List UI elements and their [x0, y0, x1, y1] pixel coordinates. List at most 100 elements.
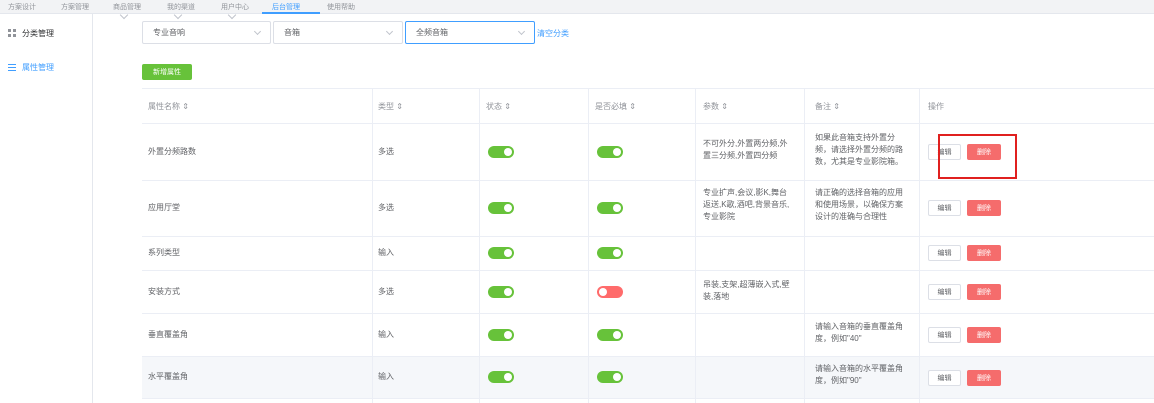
cell-type: 输入 [378, 372, 394, 381]
category-select-level1[interactable]: 专业音响 [142, 21, 271, 44]
cell-name: 系列类型 [148, 248, 180, 257]
status-toggle[interactable] [488, 146, 514, 158]
cell-name: 外置分频路数 [148, 147, 196, 156]
cell-note: 如果此音箱支持外置分 频，请选择外置分频的路 数，尤其是专业影院箱。 [815, 132, 923, 168]
add-attribute-button[interactable]: 新增属性 [142, 64, 192, 80]
active-tab-indicator [262, 12, 320, 14]
column-header-required[interactable]: 是否必填 ⇕ [595, 101, 636, 112]
table-divider [588, 88, 589, 403]
cell-note: 请正确的选择音箱的应用 和使用场景，以确保方案 设计的准确与合理性 [815, 187, 923, 223]
column-header-type[interactable]: 类型 ⇕ [378, 101, 403, 112]
table-divider [142, 356, 1154, 357]
cell-name: 水平覆盖角 [148, 372, 188, 381]
cell-params: 不可外分,外置两分频,外 置三分频,外置四分频 [703, 138, 803, 162]
cell-type: 多选 [378, 147, 394, 156]
chevron-down-icon [253, 27, 262, 36]
note-line: 度，例如"40" [815, 334, 862, 343]
nav-item-admin[interactable]: 后台管理 [272, 2, 300, 12]
chevron-down-icon [517, 27, 526, 36]
status-toggle[interactable] [488, 371, 514, 383]
sidebar-item-label: 分类管理 [22, 28, 54, 38]
edit-button[interactable]: 编辑 [928, 327, 961, 343]
cell-params: 专业扩声,会议,影K,舞台 返送,K歌,酒吧,背景音乐, 专业影院 [703, 187, 803, 223]
nav-item-help[interactable]: 使用帮助 [327, 2, 355, 12]
table-divider [142, 123, 1154, 124]
cell-note: 请输入音箱的垂直覆盖角 度，例如"40" [815, 321, 923, 345]
param-line: 不可外分,外置两分频,外 [703, 139, 788, 148]
note-line: 和使用场景，以确保方案 [815, 200, 903, 209]
column-header-name[interactable]: 属性名称 ⇕ [148, 101, 189, 112]
note-line: 度，例如"90" [815, 376, 862, 385]
column-header-params[interactable]: 参数 ⇕ [703, 101, 728, 112]
edit-button[interactable]: 编辑 [928, 200, 961, 216]
category-select-level3[interactable]: 全频音箱 [405, 21, 535, 44]
status-toggle[interactable] [488, 286, 514, 298]
note-line: 设计的准确与合理性 [815, 212, 887, 221]
cell-type: 多选 [378, 287, 394, 296]
select-value: 全频音箱 [416, 28, 448, 37]
required-toggle[interactable] [597, 286, 623, 298]
param-line: 装,落地 [703, 292, 730, 301]
grid-icon [8, 28, 17, 38]
cell-params: 吊装,支架,超薄嵌入式,壁 装,落地 [703, 279, 803, 303]
param-line: 返送,K歌,酒吧,背景音乐, [703, 200, 790, 209]
nav-item-scheme-design[interactable]: 方案设计 [8, 2, 36, 12]
required-toggle[interactable] [597, 329, 623, 341]
required-toggle[interactable] [597, 202, 623, 214]
sidebar-item-label: 属性管理 [22, 62, 54, 72]
chevron-down-icon [227, 10, 237, 20]
delete-button[interactable]: 删除 [967, 370, 1001, 386]
cell-type: 输入 [378, 248, 394, 257]
select-value: 专业音响 [153, 28, 185, 37]
chevron-down-icon [385, 27, 394, 36]
list-icon [8, 63, 17, 72]
required-toggle[interactable] [597, 146, 623, 158]
nav-item-scheme-management[interactable]: 方案管理 [61, 2, 89, 12]
delete-button[interactable]: 删除 [967, 245, 1001, 261]
status-toggle[interactable] [488, 247, 514, 259]
category-select-level2[interactable]: 音箱 [273, 21, 403, 44]
table-divider [142, 270, 1154, 271]
clear-category-link[interactable]: 清空分类 [537, 28, 569, 39]
table-divider [142, 88, 1154, 89]
column-header-status[interactable]: 状态 ⇕ [486, 101, 511, 112]
nav-item-my-channel[interactable]: 我的渠道 [167, 2, 195, 12]
table-divider [142, 236, 1154, 237]
delete-button[interactable]: 删除 [967, 284, 1001, 300]
cell-type: 输入 [378, 330, 394, 339]
param-line: 专业扩声,会议,影K,舞台 [703, 188, 788, 197]
param-line: 专业影院 [703, 212, 735, 221]
cell-name: 垂直覆盖角 [148, 330, 188, 339]
nav-item-product-management[interactable]: 商品管理 [113, 2, 141, 12]
nav-item-user-center[interactable]: 用户中心 [221, 2, 249, 12]
cell-name: 安装方式 [148, 287, 180, 296]
note-line: 如果此音箱支持外置分 [815, 133, 895, 142]
sidebar-item-category[interactable]: 分类管理 [8, 24, 54, 42]
edit-button[interactable]: 编辑 [928, 284, 961, 300]
hover-row-bg [142, 356, 1154, 398]
highlight-box [938, 134, 1017, 179]
chevron-down-icon [119, 10, 129, 20]
edit-button[interactable]: 编辑 [928, 370, 961, 386]
note-line: 请输入音箱的垂直覆盖角 [815, 322, 903, 331]
note-line: 频，请选择外置分频的路 [815, 145, 903, 154]
note-line: 请正确的选择音箱的应用 [815, 188, 903, 197]
status-toggle[interactable] [488, 202, 514, 214]
param-line: 置三分频,外置四分频 [703, 151, 778, 160]
column-header-actions: 操作 [928, 102, 944, 111]
chevron-down-icon [173, 10, 183, 20]
delete-button[interactable]: 删除 [967, 327, 1001, 343]
required-toggle[interactable] [597, 247, 623, 259]
delete-button[interactable]: 删除 [967, 200, 1001, 216]
column-header-note[interactable]: 备注 ⇕ [815, 101, 840, 112]
status-toggle[interactable] [488, 329, 514, 341]
param-line: 吊装,支架,超薄嵌入式,壁 [703, 280, 790, 289]
sidebar-item-attributes[interactable]: 属性管理 [8, 58, 54, 76]
table-divider [695, 88, 696, 403]
table-divider [372, 88, 373, 403]
edit-button[interactable]: 编辑 [928, 245, 961, 261]
table-divider [142, 313, 1154, 314]
table-divider [479, 88, 480, 403]
sidebar: 分类管理 属性管理 [0, 14, 93, 403]
required-toggle[interactable] [597, 371, 623, 383]
